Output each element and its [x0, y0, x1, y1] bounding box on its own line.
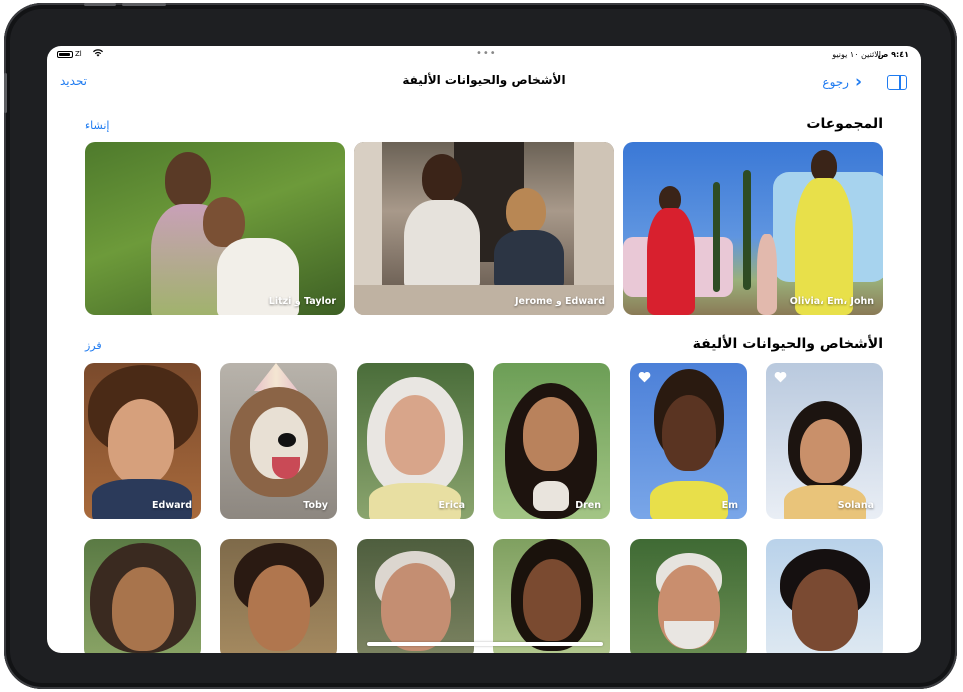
status-time: ٩:٤١ ص [877, 50, 909, 59]
chevron-right-icon: › [854, 72, 862, 92]
person-card-label: Erica [438, 500, 465, 511]
person-face [381, 563, 451, 651]
home-indicator[interactable] [367, 642, 603, 646]
beard [664, 621, 714, 649]
person-card[interactable] [766, 539, 883, 653]
person-card-label: Em [721, 500, 738, 511]
person-card-dren[interactable]: Dren [493, 363, 610, 519]
person-figure [795, 178, 853, 315]
volume-button [84, 3, 116, 6]
person-figure [92, 479, 192, 519]
heart-icon [774, 371, 787, 383]
person-figure [757, 234, 777, 315]
status-bar: ٩:٤١ ص الاثنين ١٠ يونيو ••• Zl [47, 46, 921, 62]
groups-header: إنشاء المجموعات [47, 114, 921, 138]
group-card-jerome-edward[interactable]: Jerome و Edward [354, 142, 614, 315]
cellular-signal: Zl [75, 50, 82, 58]
person-figure [494, 230, 564, 290]
person-card-em[interactable]: Em [630, 363, 747, 519]
person-figure [533, 481, 569, 511]
navigation-bar: تحديد الأشخاص والحيوانات الأليفة رجوع › [47, 66, 921, 96]
people-title: الأشخاص والحيوانات الأليفة [692, 336, 883, 352]
person-card-toby[interactable]: Toby [220, 363, 337, 519]
dog-nose [278, 433, 296, 447]
sidebar-toggle-icon[interactable] [887, 75, 907, 90]
person-card[interactable] [357, 539, 474, 653]
screen: ٩:٤١ ص الاثنين ١٠ يونيو ••• Zl تحديد الأ… [47, 46, 921, 653]
person-figure [165, 152, 211, 208]
group-card-olivia-em-john[interactable]: Olivia، Em، John [623, 142, 883, 315]
tree [713, 182, 720, 292]
top-button [122, 3, 166, 6]
people-header: فرز الأشخاص والحيوانات الأليفة [47, 334, 921, 358]
person-card-label: Edward [152, 500, 192, 511]
person-card[interactable] [630, 539, 747, 653]
person-face [523, 397, 579, 471]
create-group-button[interactable]: إنشاء [85, 119, 109, 132]
group-card-label: Litzi و Taylor [268, 296, 336, 307]
person-face [248, 565, 310, 651]
person-figure [404, 200, 480, 290]
person-card-edward[interactable]: Edward [84, 363, 201, 519]
person-face [385, 395, 445, 475]
person-card-solana[interactable]: Solana [766, 363, 883, 519]
ipad-bezel: ٩:٤١ ص الاثنين ١٠ يونيو ••• Zl تحديد الأ… [4, 3, 957, 689]
groups-title: المجموعات [806, 116, 883, 132]
group-card-label: Jerome و Edward [514, 296, 605, 307]
person-face [112, 567, 174, 651]
person-figure [506, 188, 546, 234]
back-button[interactable]: رجوع › [822, 72, 862, 92]
person-face [800, 419, 850, 483]
person-face [792, 569, 858, 651]
status-date: الاثنين ١٠ يونيو [832, 50, 881, 59]
multitasking-dots-icon[interactable]: ••• [476, 48, 497, 59]
person-card[interactable] [220, 539, 337, 653]
person-card-erica[interactable]: Erica [357, 363, 474, 519]
group-card-litzi-taylor[interactable]: Litzi و Taylor [85, 142, 345, 315]
person-face [523, 559, 581, 641]
sort-button[interactable]: فرز [85, 339, 102, 352]
person-figure [647, 208, 695, 315]
person-card[interactable] [84, 539, 201, 653]
person-figure [422, 154, 462, 202]
person-card[interactable] [493, 539, 610, 653]
group-card-label: Olivia، Em، John [789, 296, 874, 307]
heart-icon [638, 371, 651, 383]
side-button [4, 73, 7, 113]
person-face [108, 399, 174, 485]
person-card-label: Dren [575, 500, 601, 511]
person-card-label: Toby [303, 500, 328, 511]
person-face [662, 395, 716, 471]
tree [743, 170, 751, 290]
battery-icon [57, 51, 73, 58]
person-card-label: Solana [837, 500, 874, 511]
person-figure [650, 481, 728, 519]
wifi-icon [93, 49, 103, 60]
page-title: الأشخاص والحيوانات الأليفة [402, 73, 566, 87]
back-button-label: رجوع [822, 75, 849, 89]
